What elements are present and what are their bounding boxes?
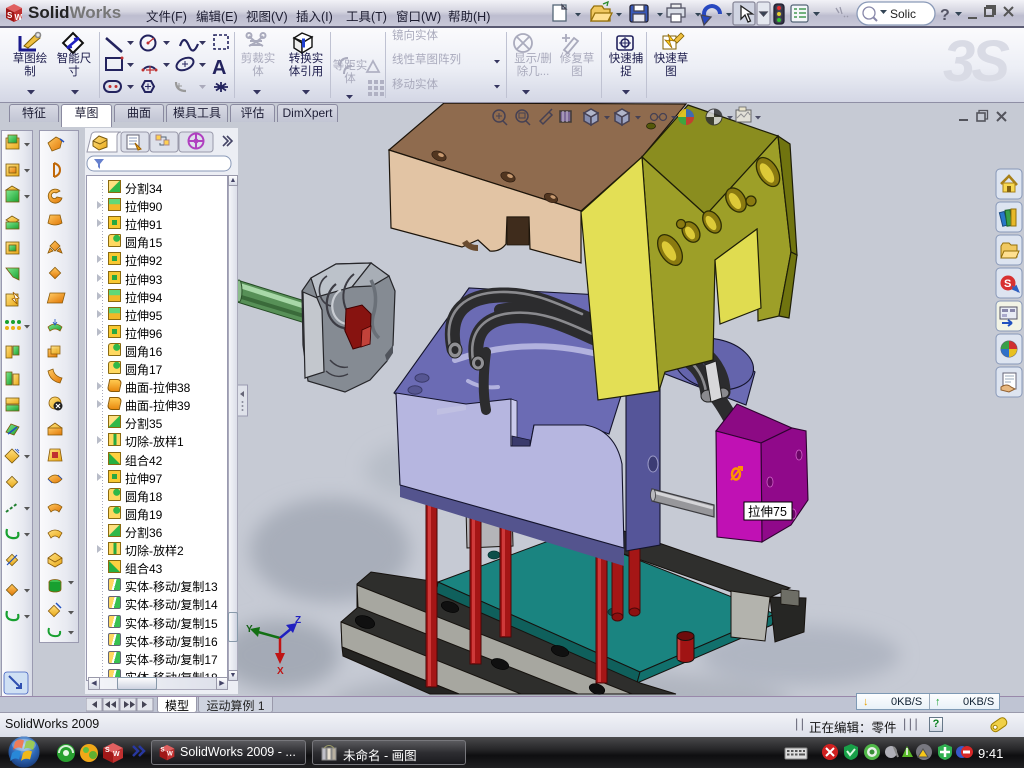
svg-text:W: W [15,13,23,22]
svg-text:W: W [167,750,173,757]
svg-text:S: S [105,747,110,754]
svg-text:X: X [277,666,284,677]
svg-text:?: ? [940,7,950,24]
svg-text:Solic: Solic [890,7,916,21]
svg-text:S: S [7,11,13,20]
svg-text:Z: Z [295,615,301,626]
svg-text:S: S [160,746,164,753]
svg-text:S: S [1004,278,1011,290]
svg-text:Y: Y [246,624,253,635]
svg-text:A: A [212,57,226,79]
svg-text:W: W [113,751,120,758]
svg-text:拉伸75: 拉伸75 [748,504,787,519]
